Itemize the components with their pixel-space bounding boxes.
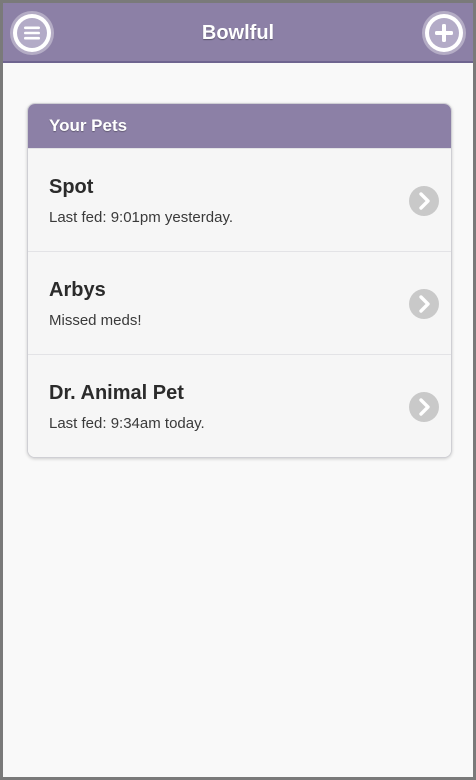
pet-list-item-arbys[interactable]: Arbys Missed meds!	[28, 251, 451, 354]
pet-list-item-spot[interactable]: Spot Last fed: 9:01pm yesterday.	[28, 148, 451, 251]
plus-circle-icon	[429, 18, 459, 48]
app-title: Bowlful	[201, 22, 275, 44]
pet-name: Dr. Animal Pet	[49, 382, 184, 404]
chevron-right-icon[interactable]	[409, 186, 439, 216]
pets-card: Your Pets Spot Last fed: 9:01pm yesterda…	[27, 103, 452, 458]
app-frame: Bowlful Your Pets Spot Last fed: 9:01pm …	[0, 0, 476, 780]
app-header: Bowlful	[3, 3, 473, 63]
pet-name: Arbys	[49, 279, 106, 301]
pet-status: Last fed: 9:34am today.	[49, 415, 205, 432]
chevron-right-icon[interactable]	[409, 289, 439, 319]
pet-status: Last fed: 9:01pm yesterday.	[49, 209, 233, 226]
add-pet-button[interactable]	[425, 14, 463, 52]
chevron-right-icon[interactable]	[409, 392, 439, 422]
pet-list-item-dr-animal-pet[interactable]: Dr. Animal Pet Last fed: 9:34am today.	[28, 354, 451, 457]
pets-card-title: Your Pets	[28, 104, 451, 148]
pet-status: Missed meds!	[49, 312, 142, 329]
pet-name: Spot	[49, 176, 94, 198]
